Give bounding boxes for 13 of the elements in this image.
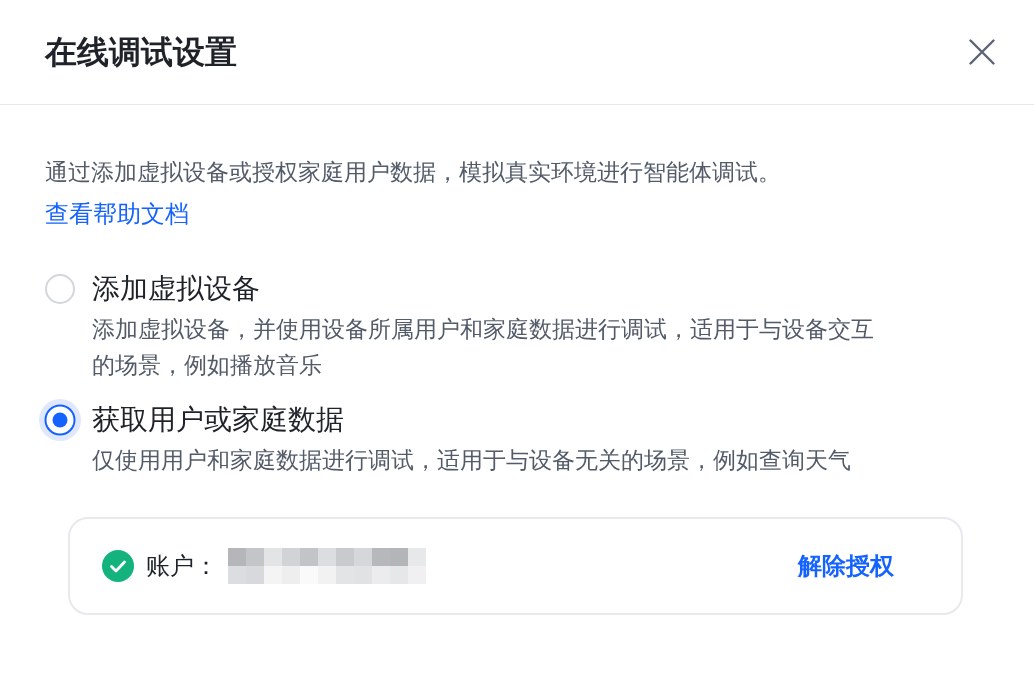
option-description: 添加虚拟设备，并使用设备所属用户和家庭数据进行调试，适用于与设备交互的场景，例如播放音乐 bbox=[92, 315, 875, 380]
intro-text: 通过添加虚拟设备或授权家庭用户数据，模拟真实环境进行智能体调试。 bbox=[45, 158, 781, 187]
option-label[interactable]: 添加虚拟设备 bbox=[92, 269, 260, 309]
help-link[interactable]: 查看帮助文档 bbox=[45, 193, 189, 235]
radio-button[interactable] bbox=[45, 274, 75, 304]
revoke-link[interactable]: 解除授权 bbox=[798, 549, 894, 583]
account-label: 账户： bbox=[146, 551, 218, 582]
option-label[interactable]: 获取用户或家庭数据 bbox=[92, 400, 344, 440]
close-button[interactable] bbox=[966, 36, 998, 68]
close-icon bbox=[969, 39, 995, 65]
radio-button[interactable] bbox=[39, 399, 81, 441]
dialog-title: 在线调试设置 bbox=[45, 33, 237, 72]
option-description: 仅使用用户和家庭数据进行调试，适用于与设备无关的场景，例如查询天气 bbox=[92, 446, 852, 475]
